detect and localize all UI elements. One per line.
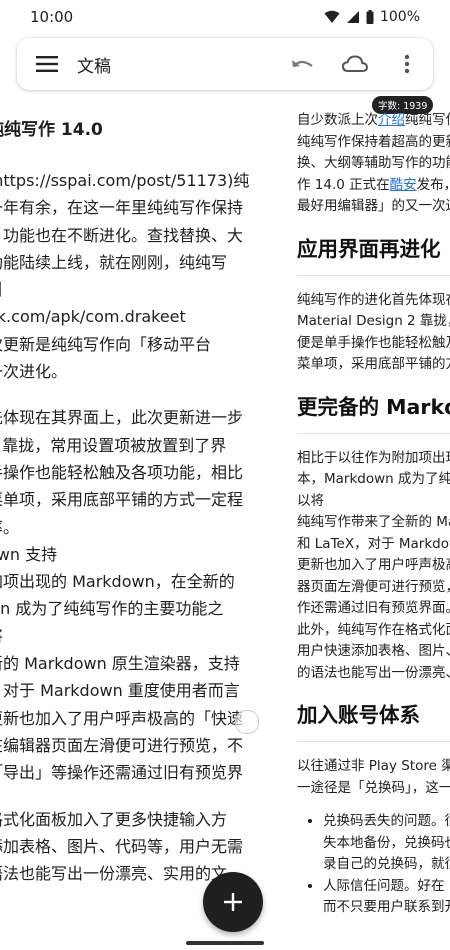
home-indicator[interactable] bbox=[186, 941, 264, 945]
preview-line: 作 14.0 正式在酷安发布， bbox=[297, 176, 450, 193]
preview-link[interactable]: 介绍 bbox=[378, 112, 405, 128]
preview-line: Material Design 2 靠拢，常用 bbox=[297, 313, 450, 329]
more-options-button[interactable] bbox=[381, 38, 433, 90]
preview-link[interactable]: 酷安 bbox=[390, 177, 417, 193]
top-toolbar: 文稿 bbox=[17, 38, 433, 90]
preview-line: 的语法也能写出一份漂亮、实 bbox=[297, 664, 450, 681]
menu-button[interactable] bbox=[17, 38, 77, 90]
status-bar: 10:00 100% bbox=[0, 0, 450, 34]
editor-line: 添加表格、图片、代码等，用户无需 bbox=[0, 836, 244, 856]
editor-line: 格式化面板加入了更多快捷输入方 bbox=[0, 809, 228, 829]
editor-line: ，功能也在不断进化。查找替换、大 bbox=[0, 225, 244, 245]
editor-line: 「导出」等操作还需通过旧有预览界 bbox=[0, 763, 244, 783]
preview-line: 自少数派上次介绍纯纯写作 bbox=[297, 112, 450, 128]
editor-line: 引 bbox=[0, 276, 275, 303]
preview-line: 纯纯写作保持着超高的更新 bbox=[297, 133, 450, 150]
preview-line: 用户快速添加表格、图片、代 bbox=[297, 643, 450, 659]
plus-icon bbox=[224, 893, 242, 911]
editor-line: ，对于 Markdown 重度使用者而言 bbox=[0, 681, 240, 701]
preview-line: 纯纯写作带来了全新的 Mark bbox=[297, 514, 450, 530]
editor-line: 2 靠拢，常用设置项被放置到了界 bbox=[0, 435, 227, 455]
preview-section-heading: 应用界面再进化 bbox=[297, 232, 450, 276]
battery-level: 100% bbox=[379, 9, 420, 25]
hamburger-menu-icon bbox=[36, 56, 58, 72]
list-item: 人际信任问题。好在而不只要用户联系到开发 bbox=[323, 876, 450, 919]
undo-button[interactable] bbox=[277, 38, 329, 90]
preview-content: 自少数派上次介绍纯纯写作 纯纯写作保持着超高的更新 换、大纲等辅助写作的功能 作… bbox=[297, 110, 450, 919]
preview-line: 一途径是「兑换码」，这一方式 bbox=[297, 779, 450, 796]
status-time: 10:00 bbox=[30, 8, 74, 26]
editor-line: (https://sspai.com/post/51173)纯 bbox=[0, 171, 250, 190]
preview-line: 以将 bbox=[297, 492, 324, 509]
wifi-icon bbox=[324, 10, 340, 23]
signal-icon bbox=[346, 11, 359, 23]
faded-overlay-button bbox=[235, 710, 259, 734]
document-title: 文稿 bbox=[77, 56, 111, 77]
more-vert-icon bbox=[404, 54, 410, 74]
cloud-sync-button[interactable] bbox=[329, 38, 381, 90]
preview-line: 本，Markdown 成为了纯纯写作 bbox=[297, 471, 450, 487]
battery-icon bbox=[366, 10, 374, 24]
preview-line: 作还需通过旧有预览界面。 bbox=[297, 600, 450, 616]
editor-line: 功能陆续上线，就在刚刚，纯纯写 bbox=[0, 252, 228, 272]
preview-pane[interactable]: 自少数派上次介绍纯纯写作 纯纯写作保持着超高的更新 换、大纲等辅助写作的功能 作… bbox=[287, 110, 450, 950]
editor-line: 次更新是纯纯写作向「移动平台 bbox=[0, 334, 212, 354]
editor-line: wn 成为了纯纯写作的主要功能之 bbox=[0, 599, 224, 619]
preview-line: 相比于以往作为附加项出现的 bbox=[297, 449, 450, 466]
editor-line: 加项出现的 Markdown，在全新的 bbox=[0, 572, 235, 592]
preview-line: 纯纯写作的进化首先体现在其 bbox=[297, 291, 450, 308]
preview-line: 以往通过非 Play Store 渠道解锁 bbox=[297, 758, 450, 774]
cloud-icon bbox=[342, 55, 368, 72]
preview-line: 菜单项，采用底部平铺的方式 bbox=[297, 356, 450, 372]
preview-line: 器页面左滑便可进行预览，不 bbox=[297, 578, 450, 595]
editor-pane[interactable]: 纯纯写作 14.0 (https://sspai.com/post/51173)… bbox=[0, 112, 275, 950]
preview-line: 便是单手操作也能轻松触及各 bbox=[297, 334, 450, 351]
editor-heading: 纯纯写作 14.0 bbox=[0, 120, 103, 140]
preview-line: 更新也加入了用户呼声极高的 bbox=[297, 557, 450, 573]
list-item: 兑换码丢失的问题。很多失本地备份，兑换码也就录自己的兑换码，就很容 bbox=[323, 811, 450, 876]
editor-line: 一次进化。 bbox=[0, 362, 68, 382]
editor-line: 将 bbox=[0, 623, 275, 650]
editor-line: own 支持 bbox=[0, 544, 58, 564]
preview-line: 换、大纲等辅助写作的功能 bbox=[297, 155, 450, 171]
editor-line: 先体现在其界面上，此次更新进一步 bbox=[0, 408, 244, 428]
editor-line: 一年有余，在这一年里纯纯写作保持 bbox=[0, 198, 244, 218]
preview-section-heading: 加入账号体系 bbox=[297, 698, 450, 742]
preview-line: 最好用编辑器」的又一次进化 bbox=[297, 198, 450, 214]
undo-icon bbox=[292, 60, 313, 67]
editor-line: 手操作也能轻松触及各项功能，相比 bbox=[0, 462, 244, 482]
editor-line: 在编辑器页面左滑便可进行预览，不 bbox=[0, 735, 244, 755]
editor-line: 菜单项，采用底部平铺的方式一定程 bbox=[0, 490, 244, 510]
status-icons: 100% bbox=[324, 9, 420, 25]
editor-content: 纯纯写作 14.0 (https://sspai.com/post/51173)… bbox=[0, 112, 275, 887]
preview-bullet-list: 兑换码丢失的问题。很多失本地备份，兑换码也就录自己的兑换码，就很容 人际信任问题… bbox=[297, 811, 450, 919]
editor-line: 更新也加入了用户呼声极高的「快速 bbox=[0, 708, 244, 728]
editor-line: 率。 bbox=[0, 517, 20, 537]
preview-line: 和 LaTeX，对于 Markdown 重 bbox=[297, 535, 450, 552]
preview-line: 此外，纯纯写作在格式化面板 bbox=[297, 621, 450, 638]
editor-line: ok.com/apk/com.drakeet bbox=[0, 307, 186, 327]
editor-line: 新的 Markdown 原生渲染器，支持 bbox=[0, 654, 240, 674]
preview-section-heading: 更完备的 Markdown bbox=[297, 390, 450, 434]
add-fab-button[interactable] bbox=[203, 872, 263, 932]
